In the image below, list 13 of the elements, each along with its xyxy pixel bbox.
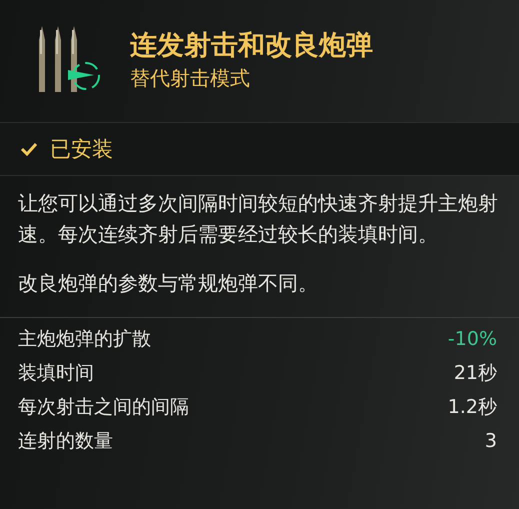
stat-label: 主炮炮弹的扩散 <box>18 327 151 352</box>
stat-value: 21秒 <box>454 361 497 386</box>
stat-value: -10% <box>448 328 497 350</box>
description-paragraph: 让您可以通过多次间隔时间较短的快速齐射提升主炮射速。每次连续齐射后需要经过较长的装填时间。 <box>18 190 499 248</box>
stat-value: 1.2秒 <box>448 395 497 420</box>
module-subtitle: 替代射击模式 <box>130 64 251 92</box>
stat-label: 装填时间 <box>18 361 94 386</box>
module-title: 连发射击和改良炮弹 <box>130 28 373 62</box>
stat-label: 每次射击之间的间隔 <box>18 395 189 420</box>
status-label: 已安装 <box>50 136 113 163</box>
stat-value: 3 <box>484 430 497 452</box>
description-paragraph: 改良炮弹的参数与常规炮弹不同。 <box>18 270 319 297</box>
stat-label: 连射的数量 <box>18 429 113 454</box>
